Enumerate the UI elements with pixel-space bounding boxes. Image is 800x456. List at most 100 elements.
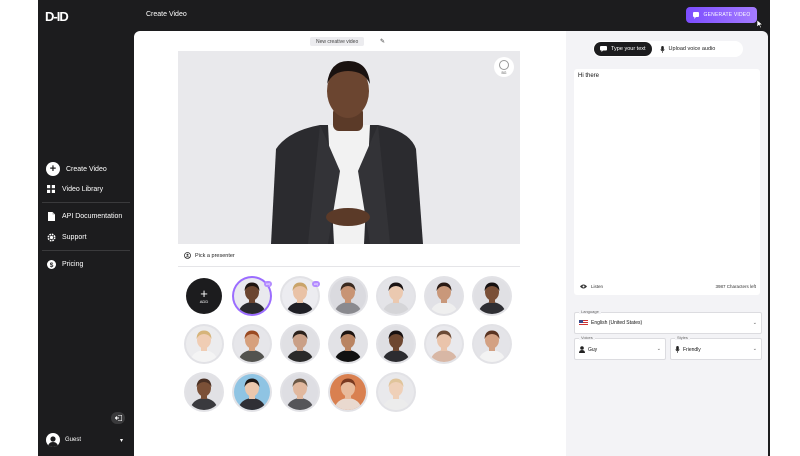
presenter-woman-blonde-3[interactable] <box>378 374 414 410</box>
collapse-icon <box>114 415 122 421</box>
presenter-figure <box>271 61 423 244</box>
presenter-avatar <box>190 330 218 362</box>
presenter-man-curly[interactable] <box>378 326 414 362</box>
plus-icon: + <box>200 286 208 301</box>
video-icon <box>692 11 699 19</box>
pick-presenter-label: Pick a presenter <box>195 252 235 259</box>
person-icon <box>579 346 585 353</box>
input-mode-switch: Type your text Upload voice audio <box>593 41 743 57</box>
chevron-down-icon: ▾ <box>120 438 124 444</box>
presenter-avatar <box>382 330 410 362</box>
tab-type-your-text[interactable]: Type your text <box>594 42 652 56</box>
generate-video-label: GENERATE VIDEO <box>703 12 751 18</box>
divider <box>42 250 130 251</box>
app-window: D-ID + Create Video Video Library API Do… <box>38 0 770 456</box>
sidebar-item-label: Create Video <box>66 165 107 173</box>
video-title-field[interactable]: New creative video <box>310 37 365 46</box>
logo: D-ID <box>45 9 69 24</box>
grid-icon <box>46 184 56 194</box>
presenter-woman-asian[interactable] <box>378 278 414 314</box>
sidebar-item-video-library[interactable]: Video Library <box>46 184 103 194</box>
presenter-avatar <box>382 378 410 410</box>
sidebar: D-ID + Create Video Video Library API Do… <box>38 0 134 456</box>
presenter-woman-orange[interactable] <box>330 374 366 410</box>
add-presenter-button[interactable]: + ADD <box>186 278 222 314</box>
presenter-man-bald[interactable] <box>186 374 222 410</box>
sidebar-item-label: API Documentation <box>62 212 123 220</box>
tab-upload-voice-audio[interactable]: Upload voice audio <box>652 45 724 53</box>
presenter-woman-long-hair[interactable] <box>426 278 462 314</box>
chat-icon <box>600 46 607 52</box>
presenter-avatar <box>238 330 266 362</box>
sidebar-item-pricing[interactable]: $ Pricing <box>46 259 83 269</box>
presenter-avatar <box>478 330 506 362</box>
cursor-icon <box>757 20 763 28</box>
us-flag-icon <box>579 320 588 326</box>
presenter-avatar <box>190 378 218 410</box>
presenter-woman-curly[interactable] <box>474 326 510 362</box>
presenter-avatar <box>430 282 458 314</box>
presenter-avatar <box>382 282 410 314</box>
user-menu[interactable]: Guest ▾ <box>46 433 123 447</box>
presenter-man-asian-blue[interactable] <box>234 374 270 410</box>
presenter-avatar <box>286 378 314 410</box>
microphone-icon <box>675 346 680 353</box>
page-title: Create Video <box>146 11 187 18</box>
presenter-avatar <box>334 282 362 314</box>
dollar-icon: $ <box>46 259 56 269</box>
voices-label: Voices <box>579 335 595 340</box>
presenter-woman-ponytail[interactable] <box>426 326 462 362</box>
listen-button[interactable]: Listen <box>580 284 603 289</box>
language-value-wrap: English (United States) <box>579 320 642 326</box>
style-value-wrap: Friendly <box>675 346 701 353</box>
generate-video-button[interactable]: GENERATE VIDEO <box>686 7 757 23</box>
circle-icon <box>499 59 509 70</box>
background-button[interactable]: BG <box>494 57 514 77</box>
presenter-man-beard[interactable] <box>330 278 366 314</box>
script-textarea[interactable]: Hi there Listen 3987 Characters left <box>574 69 760 295</box>
collapse-sidebar-button[interactable] <box>111 412 125 424</box>
sidebar-item-support[interactable]: Support <box>46 232 87 242</box>
presenter-man-black-shirt[interactable] <box>330 326 366 362</box>
pencil-icon[interactable]: ✎ <box>380 38 385 45</box>
sidebar-item-api-documentation[interactable]: API Documentation <box>46 211 122 221</box>
divider <box>178 266 520 267</box>
language-select[interactable]: Language English (United States) ⌄ <box>574 309 762 334</box>
microphone-icon <box>659 45 665 53</box>
svg-text:$: $ <box>49 261 53 268</box>
voice-value-wrap: Guy <box>579 346 597 353</box>
presenter-avatar <box>238 378 266 410</box>
pick-presenter-header: Pick a presenter <box>184 252 235 259</box>
presenter-woman-blonde-2[interactable] <box>186 326 222 362</box>
background-button-label: BG <box>501 70 507 75</box>
tab-label: Upload voice audio <box>668 46 716 52</box>
presenter-man-glasses[interactable] <box>474 278 510 314</box>
chevron-down-icon: ⌄ <box>752 320 757 326</box>
sidebar-item-create-video[interactable]: + Create Video <box>46 162 107 176</box>
presenter-avatar <box>334 378 362 410</box>
presenter-avatar <box>286 330 314 362</box>
language-value: English (United States) <box>591 320 643 326</box>
presenter-man-glasses-2[interactable] <box>282 374 318 410</box>
script-text: Hi there <box>578 73 600 79</box>
style-select[interactable]: Styles Friendly ⌄ <box>670 335 762 360</box>
user-name: Guest <box>65 437 82 443</box>
presenter-man-short-hair[interactable] <box>282 326 318 362</box>
editor-area: New creative video ✎ BG Pick a presenter… <box>134 31 566 456</box>
hq-badge: HQ <box>264 281 272 287</box>
presenter-avatar <box>334 330 362 362</box>
presenter-avatar <box>478 282 506 314</box>
chevron-down-icon: ⌄ <box>752 346 757 352</box>
document-icon <box>46 211 56 221</box>
presenter-man-red-beard[interactable] <box>234 326 270 362</box>
sidebar-item-label: Support <box>62 233 87 241</box>
tab-label: Type your text <box>611 46 646 52</box>
plus-circle-icon: + <box>46 162 60 176</box>
presenter-preview: BG <box>178 51 520 244</box>
language-label: Language <box>579 309 601 314</box>
script-panel: Type your text Upload voice audio Hi the… <box>566 31 768 456</box>
styles-label: Styles <box>675 335 690 340</box>
sidebar-item-label: Pricing <box>62 260 84 268</box>
voice-select[interactable]: Voices Guy ⌄ <box>574 335 666 360</box>
listen-label: Listen <box>591 284 604 289</box>
